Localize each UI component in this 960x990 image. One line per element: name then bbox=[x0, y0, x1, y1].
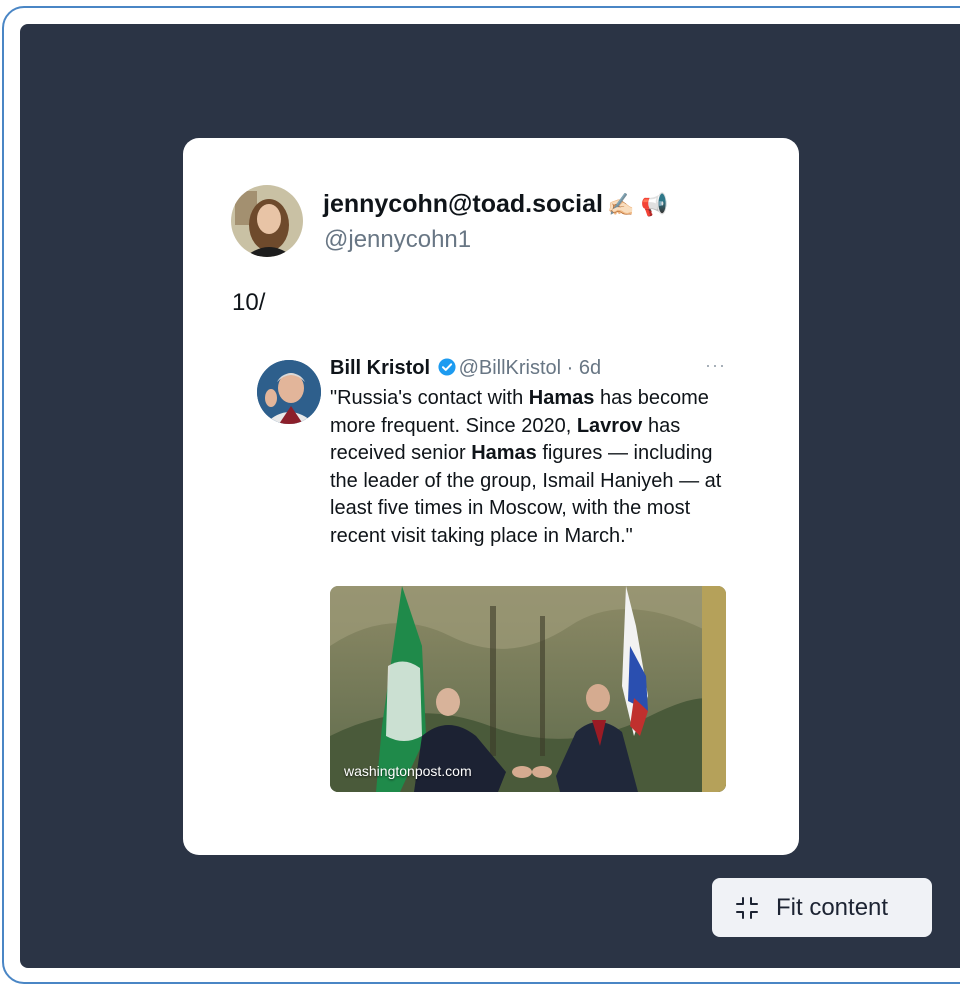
fit-content-button[interactable]: Fit content bbox=[712, 878, 932, 937]
author-display-name[interactable]: jennycohn@toad.social ✍🏻 📢 bbox=[323, 190, 668, 219]
quoted-body-bold-run: Lavrov bbox=[576, 414, 643, 437]
more-options-icon[interactable]: ··· bbox=[705, 355, 726, 376]
quoted-body: "Russia's contact with Hamas has become … bbox=[330, 385, 725, 550]
author-emoji: ✍🏻 📢 bbox=[606, 192, 668, 217]
author-avatar[interactable] bbox=[231, 185, 303, 257]
author-handle[interactable]: @jennycohn1 bbox=[324, 226, 471, 254]
quoted-header: Bill Kristol @BillKristol · 6d bbox=[330, 357, 601, 380]
fit-content-label: Fit content bbox=[776, 893, 889, 921]
author-name-text: jennycohn@toad.social bbox=[323, 190, 603, 218]
quoted-body-run: "Russia's contact with bbox=[330, 387, 529, 409]
post-card: jennycohn@toad.social ✍🏻 📢 @jennycohn1 10… bbox=[183, 138, 799, 855]
quoted-tweet[interactable]: Bill Kristol @BillKristol · 6d ··· "Russ… bbox=[255, 353, 735, 803]
quoted-body-bold-run: Hamas bbox=[528, 387, 595, 409]
quoted-age[interactable]: 6d bbox=[579, 357, 601, 379]
quoted-author-name[interactable]: Bill Kristol bbox=[330, 357, 430, 379]
verified-badge-icon bbox=[438, 358, 456, 376]
quoted-media-image[interactable]: washingtonpost.com bbox=[330, 586, 726, 792]
quoted-author-handle[interactable]: @BillKristol bbox=[459, 357, 562, 379]
quoted-body-bold-run: Hamas bbox=[471, 442, 537, 464]
media-source-label: washingtonpost.com bbox=[344, 763, 472, 779]
post-text: 10/ bbox=[232, 289, 266, 316]
quoted-separator: · bbox=[561, 357, 579, 379]
quoted-author-avatar[interactable] bbox=[257, 360, 321, 424]
collapse-icon bbox=[736, 896, 758, 919]
